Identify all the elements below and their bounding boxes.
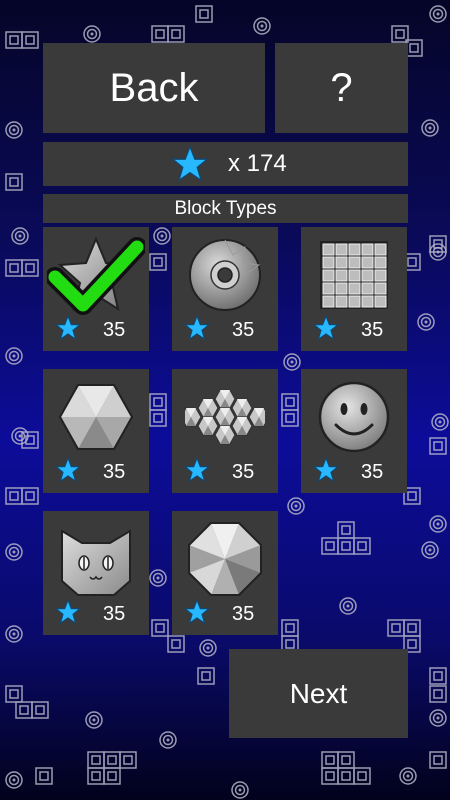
block-cost: 35	[232, 319, 255, 341]
block-cost: 35	[232, 461, 255, 483]
next-button-label: Next	[289, 677, 348, 709]
block-cell-star[interactable]: 35	[43, 227, 149, 351]
star-icon	[55, 599, 81, 625]
block-cost: 35	[361, 461, 384, 483]
hex-cluster-block-icon	[185, 389, 265, 445]
block-cost: 35	[103, 319, 126, 341]
star-icon	[313, 315, 339, 341]
block-cell-hex-cluster[interactable]: 35	[172, 369, 278, 493]
section-title-bar: Block Types	[43, 194, 408, 223]
star-icon	[55, 315, 81, 341]
next-button[interactable]: Next	[229, 649, 408, 738]
help-button-label: ?	[330, 65, 353, 110]
star-icon	[55, 457, 81, 483]
star-count: x 174	[228, 150, 287, 177]
cat-block-icon	[61, 529, 131, 596]
smiley-block-icon	[318, 381, 390, 453]
octagon-block-icon	[188, 522, 262, 596]
star-total-bar: x 174	[43, 142, 408, 186]
star-icon	[171, 145, 209, 182]
grid-block-icon	[320, 241, 388, 309]
section-title: Block Types	[174, 197, 277, 219]
star-icon	[184, 315, 210, 341]
back-button[interactable]: Back	[43, 43, 265, 133]
hexagon-block-icon	[58, 384, 134, 450]
block-cost: 35	[103, 461, 126, 483]
block-cost: 35	[361, 319, 384, 341]
block-cell-donut[interactable]: 35	[172, 227, 278, 351]
block-cell-hexagon[interactable]: 35	[43, 369, 149, 493]
star-icon	[184, 457, 210, 483]
block-cost: 35	[103, 603, 126, 625]
block-cell-octagon[interactable]: 35	[172, 511, 278, 635]
block-cell-grid[interactable]: 35	[301, 227, 407, 351]
back-button-label: Back	[109, 65, 199, 110]
star-icon	[313, 457, 339, 483]
star-icon	[184, 599, 210, 625]
donut-block-icon	[189, 239, 261, 311]
checkmark-icon	[47, 237, 145, 315]
block-cell-smiley[interactable]: 35	[301, 369, 407, 493]
help-button[interactable]: ?	[275, 43, 408, 133]
block-cell-cat[interactable]: 35	[43, 511, 149, 635]
block-cost: 35	[232, 603, 255, 625]
